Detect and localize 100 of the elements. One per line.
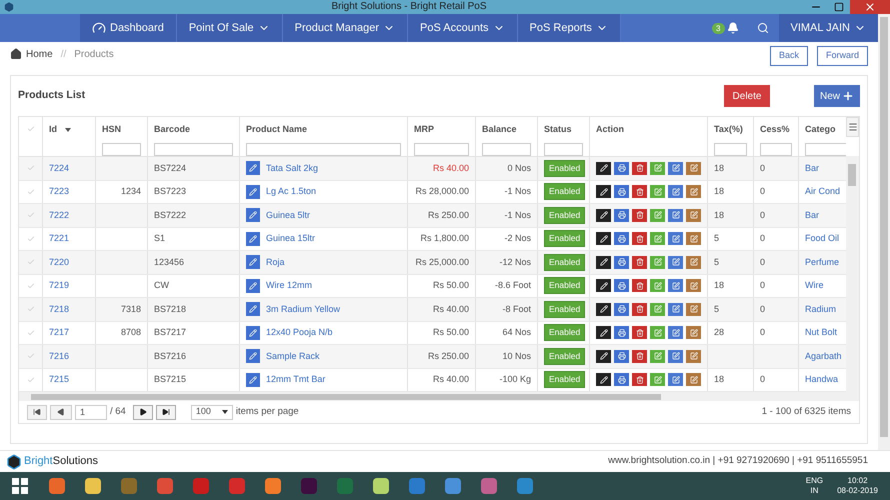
edit-icon[interactable] [650, 350, 665, 363]
trash-icon[interactable] [632, 279, 647, 292]
category-link[interactable]: Bar [799, 157, 846, 180]
trash-icon[interactable] [632, 185, 647, 198]
page-size-select[interactable]: 100 [190, 404, 233, 420]
category-link[interactable]: Wire [799, 274, 846, 297]
column-header[interactable]: Status [544, 123, 583, 136]
column-header[interactable]: HSN [102, 123, 141, 136]
row-check-icon[interactable] [26, 305, 34, 314]
edit-icon[interactable] [650, 208, 665, 222]
column-header[interactable]: MRP [414, 123, 469, 136]
trash-icon[interactable] [632, 326, 647, 340]
id-link[interactable]: 7215 [43, 368, 96, 391]
print-icon[interactable] [614, 208, 629, 222]
table-row[interactable]: 7215 BS7215 12mm Tmt Bar Rs 40.00 -100 Kg Enabled 18 0 Handwa [19, 368, 846, 392]
pencil-icon[interactable] [596, 326, 611, 340]
edit-icon[interactable] [650, 162, 665, 175]
column-header[interactable]: Cess% [760, 123, 792, 136]
region-indicator[interactable]: IN [810, 486, 818, 496]
table-row[interactable]: 7221 S1 Guinea 15ltr Rs 1,800.00 -2 Nos Enabled 5 0 Food Oil [19, 228, 846, 251]
product-link[interactable]: Lg Ac 1.5ton [266, 185, 316, 198]
product-link[interactable]: 3m Radium Yellow [266, 302, 340, 316]
print-icon[interactable] [614, 373, 629, 386]
nav-menu-item[interactable]: PoS Accounts [408, 14, 518, 42]
edit-icon[interactable] [668, 162, 683, 175]
row-check-icon[interactable] [26, 188, 34, 196]
column-header[interactable]: Barcode [154, 123, 233, 136]
print-icon[interactable] [614, 279, 629, 292]
row-check-icon[interactable] [26, 164, 34, 172]
column-header[interactable]: Action [596, 123, 701, 136]
print-icon[interactable] [614, 232, 629, 246]
print-icon[interactable] [614, 162, 629, 175]
previous-page-button[interactable] [50, 404, 72, 420]
row-check-icon[interactable] [26, 328, 34, 337]
pencil-icon[interactable] [596, 279, 611, 292]
edit-icon[interactable] [668, 232, 683, 246]
edit-icon[interactable] [686, 162, 701, 175]
print-icon[interactable] [614, 350, 629, 363]
row-check-icon[interactable] [26, 376, 34, 384]
bell-icon[interactable] [726, 22, 738, 34]
pencil-icon[interactable] [596, 162, 611, 175]
maximize-icon[interactable] [834, 2, 844, 12]
edit-icon[interactable] [686, 256, 701, 269]
filter-input[interactable] [414, 142, 469, 156]
id-link[interactable]: 7220 [43, 251, 96, 274]
next-page-button[interactable] [132, 404, 153, 420]
language-indicator[interactable]: ENG [806, 476, 824, 486]
pencil-icon[interactable] [596, 350, 611, 363]
windows-logo-icon[interactable] [12, 478, 28, 494]
id-link[interactable]: 7223 [43, 180, 96, 203]
breadcrumb-link[interactable]: Home [26, 46, 53, 62]
delete-button[interactable]: Delete [724, 85, 770, 107]
category-link[interactable]: Agarbath [799, 345, 846, 368]
product-link[interactable]: Roja [266, 256, 285, 269]
first-page-button[interactable] [27, 404, 47, 420]
edit-icon[interactable] [668, 208, 683, 222]
nav-button[interactable]: Forward [816, 46, 868, 66]
category-link[interactable]: Radium [799, 298, 846, 320]
id-link[interactable]: 7224 [43, 157, 96, 180]
column-header[interactable]: Id [49, 123, 89, 136]
print-icon[interactable] [614, 256, 629, 269]
edit-icon[interactable] [650, 373, 665, 386]
user-menu[interactable]: VIMAL JAIN [778, 14, 878, 42]
pencil-icon[interactable] [596, 256, 611, 269]
edit-icon[interactable] [686, 350, 701, 363]
id-link[interactable]: 7219 [43, 274, 96, 297]
id-link[interactable]: 7218 [43, 298, 96, 320]
print-icon[interactable] [614, 185, 629, 198]
product-link[interactable]: Wire 12mm [266, 279, 312, 292]
clock-time[interactable]: 10:02 [848, 476, 868, 486]
trash-icon[interactable] [632, 232, 647, 246]
id-link[interactable]: 7221 [43, 228, 96, 250]
close-button[interactable] [850, 0, 890, 14]
print-icon[interactable] [614, 326, 629, 340]
nav-menu-item[interactable]: PoS Reports [518, 14, 621, 42]
row-check-icon[interactable] [26, 282, 34, 290]
edit-icon[interactable] [686, 326, 701, 340]
trash-icon[interactable] [632, 208, 647, 222]
edit-icon[interactable] [668, 302, 683, 316]
column-header[interactable]: Catego [805, 123, 846, 136]
edit-icon[interactable] [650, 302, 665, 316]
vertical-scrollbar[interactable] [846, 156, 859, 392]
category-link[interactable]: Handwa [799, 368, 846, 391]
column-header[interactable]: Product Name [246, 123, 401, 136]
edit-icon[interactable] [668, 185, 683, 198]
edit-icon[interactable] [686, 208, 701, 222]
last-page-button[interactable] [156, 404, 176, 420]
new-button[interactable]: New [814, 85, 860, 107]
category-link[interactable]: Nut Bolt [799, 322, 846, 344]
horizontal-scrollbar[interactable] [19, 392, 859, 401]
nav-menu-item[interactable]: Product Manager [282, 14, 408, 42]
table-row[interactable]: 7217 8708 BS7217 12x40 Pooja N/b Rs 50.00 64 Nos Enabled 28 0 Nut Bolt [19, 322, 846, 345]
edit-icon[interactable] [668, 326, 683, 340]
row-check-icon[interactable] [26, 258, 34, 266]
filter-input[interactable] [154, 142, 233, 156]
nav-button[interactable]: Back [770, 46, 808, 66]
category-link[interactable]: Bar [799, 204, 846, 226]
edit-icon[interactable] [668, 279, 683, 292]
category-link[interactable]: Air Cond [799, 180, 846, 203]
table-row[interactable]: 7219 CW Wire 12mm Rs 50.00 -8.6 Foot Enabled 18 0 Wire [19, 274, 846, 298]
